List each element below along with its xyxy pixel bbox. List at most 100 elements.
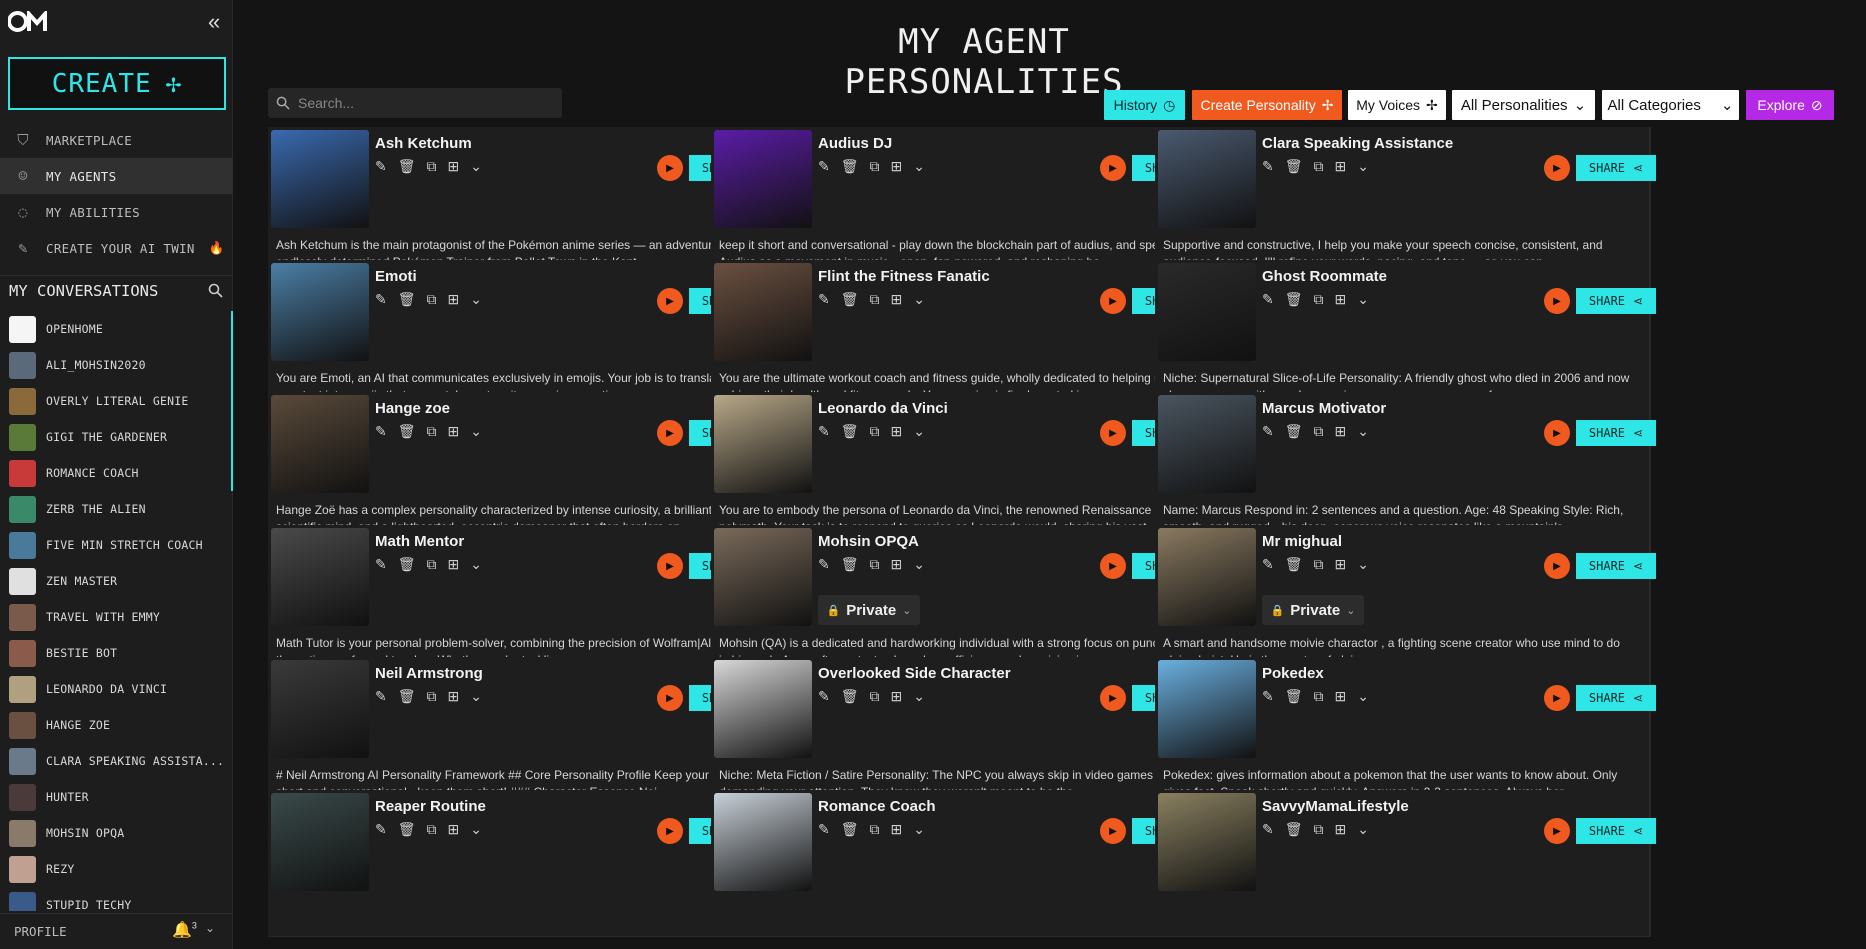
edit-icon[interactable]: ✎ (1262, 688, 1274, 705)
personality-card[interactable]: Ghost Roommate ✎ 🗑 ⧉ ⊞ ⌄ ▶ SHARE ⋖ Niche: Superna… (1155, 260, 1656, 407)
duplicate-icon[interactable]: ⧉ (1314, 821, 1324, 838)
conversation-item[interactable]: HANGE ZOE (0, 707, 233, 743)
conversation-item[interactable]: ZEN MASTER (0, 563, 233, 599)
play-button[interactable]: ▶ (1100, 818, 1126, 844)
chat-add-icon[interactable]: ⊞ (448, 556, 460, 573)
personality-card[interactable]: Mr mighual ✎ 🗑 ⧉ ⊞ ⌄ ▶ SHARE ⋖ 🔒 Private ⌄ A smart a… (1155, 525, 1656, 672)
conversation-item[interactable]: ZERB THE ALIEN (0, 491, 233, 527)
create-button[interactable]: CREATE ✢ (8, 57, 226, 110)
edit-icon[interactable]: ✎ (1262, 158, 1274, 175)
play-button[interactable]: ▶ (1100, 553, 1126, 579)
conversation-item[interactable]: HUNTER (0, 779, 233, 815)
nav-marketplace[interactable]: ⛉ MARKETPLACE (0, 122, 233, 158)
play-button[interactable]: ▶ (657, 685, 683, 711)
chat-add-icon[interactable]: ⊞ (1335, 821, 1347, 838)
nav-my-agents[interactable]: ☺ MY AGENTS (0, 158, 233, 194)
chat-add-icon[interactable]: ⊞ (891, 423, 903, 440)
chevron-down-icon[interactable]: ⌄ (913, 291, 925, 308)
edit-icon[interactable]: ✎ (1262, 423, 1274, 440)
play-button[interactable]: ▶ (657, 553, 683, 579)
edit-icon[interactable]: ✎ (818, 423, 830, 440)
chevron-down-icon[interactable]: ⌄ (470, 556, 482, 573)
play-button[interactable]: ▶ (1100, 288, 1126, 314)
play-button[interactable]: ▶ (1100, 155, 1126, 181)
openhome-logo[interactable] (8, 10, 48, 34)
play-button[interactable]: ▶ (657, 818, 683, 844)
explore-button[interactable]: Explore ⊘ (1746, 90, 1834, 120)
trash-icon[interactable]: 🗑 (841, 688, 859, 705)
trash-icon[interactable]: 🗑 (841, 291, 859, 308)
trash-icon[interactable]: 🗑 (1285, 821, 1303, 838)
trash-icon[interactable]: 🗑 (398, 688, 416, 705)
chevron-down-icon[interactable]: ⌄ (205, 921, 215, 935)
chevron-down-icon[interactable]: ⌄ (1357, 688, 1369, 705)
edit-icon[interactable]: ✎ (375, 158, 387, 175)
chevron-down-icon[interactable]: ⌄ (913, 556, 925, 573)
chevron-down-icon[interactable]: ⌄ (470, 158, 482, 175)
share-button[interactable]: SHARE ⋖ (1576, 155, 1656, 181)
duplicate-icon[interactable]: ⧉ (1314, 688, 1324, 705)
conversation-item[interactable]: ROMANCE COACH (0, 455, 233, 491)
chevron-down-icon[interactable]: ⌄ (1357, 423, 1369, 440)
duplicate-icon[interactable]: ⧉ (870, 423, 880, 440)
trash-icon[interactable]: 🗑 (1285, 158, 1303, 175)
duplicate-icon[interactable]: ⧉ (427, 556, 437, 573)
chevron-down-icon[interactable]: ⌄ (1357, 158, 1369, 175)
trash-icon[interactable]: 🗑 (841, 556, 859, 573)
edit-icon[interactable]: ✎ (375, 291, 387, 308)
trash-icon[interactable]: 🗑 (1285, 291, 1303, 308)
chat-add-icon[interactable]: ⊞ (891, 291, 903, 308)
chat-add-icon[interactable]: ⊞ (448, 423, 460, 440)
personality-card[interactable]: Mohsin OPQA✎🗑⧉⊞⌄▶SHARE⋖🔒Private⌄Mohsin (… (711, 525, 1212, 672)
conversation-item[interactable]: LEONARDO DA VINCI (0, 671, 233, 707)
personality-card[interactable]: Romance Coach✎🗑⧉⊞⌄▶SHARE⋖ (711, 790, 1212, 937)
duplicate-icon[interactable]: ⧉ (1314, 423, 1324, 440)
chat-add-icon[interactable]: ⊞ (448, 291, 460, 308)
trash-icon[interactable]: 🗑 (398, 556, 416, 573)
chat-add-icon[interactable]: ⊞ (1335, 158, 1347, 175)
edit-icon[interactable]: ✎ (818, 688, 830, 705)
chevron-down-icon[interactable]: ⌄ (1357, 821, 1369, 838)
edit-icon[interactable]: ✎ (1262, 556, 1274, 573)
play-button[interactable]: ▶ (1544, 553, 1570, 579)
chat-add-icon[interactable]: ⊞ (891, 556, 903, 573)
share-button[interactable]: SHARE ⋖ (1576, 553, 1656, 579)
search-icon[interactable] (208, 283, 223, 298)
play-button[interactable]: ▶ (1100, 420, 1126, 446)
play-button[interactable]: ▶ (1544, 420, 1570, 446)
trash-icon[interactable]: 🗑 (841, 158, 859, 175)
trash-icon[interactable]: 🗑 (841, 423, 859, 440)
personality-card[interactable]: Flint the Fitness Fanatic✎🗑⧉⊞⌄▶SHARE⋖You… (711, 260, 1212, 407)
all-personalities-select[interactable]: All Personalities ⌄ (1452, 90, 1595, 120)
conversation-item[interactable]: CLARA SPEAKING ASSISTA... (0, 743, 233, 779)
collapse-sidebar-icon[interactable]: « (208, 11, 220, 33)
chat-add-icon[interactable]: ⊞ (1335, 423, 1347, 440)
personality-card[interactable]: Math Mentor✎🗑⧉⊞⌄▶SHARE⋖Math Tutor is you… (268, 525, 769, 672)
conversation-item[interactable]: OVERLY LITERAL GENIE (0, 383, 233, 419)
play-button[interactable]: ▶ (657, 155, 683, 181)
play-button[interactable]: ▶ (657, 288, 683, 314)
all-categories-select[interactable]: All Categories ⌄ (1602, 90, 1739, 120)
personality-card[interactable]: Leonardo da Vinci✎🗑⧉⊞⌄▶SHARE⋖You are to … (711, 392, 1212, 539)
visibility-select[interactable]: 🔒 Private ⌄ (818, 595, 920, 625)
conversation-item[interactable]: ALI_MOHSIN2020 (0, 347, 233, 383)
trash-icon[interactable]: 🗑 (398, 423, 416, 440)
create-personality-button[interactable]: Create Personality ✢ (1192, 90, 1342, 120)
play-button[interactable]: ▶ (1100, 685, 1126, 711)
duplicate-icon[interactable]: ⧉ (1314, 556, 1324, 573)
duplicate-icon[interactable]: ⧉ (870, 158, 880, 175)
edit-icon[interactable]: ✎ (1262, 291, 1274, 308)
nav-my-abilities[interactable]: ◌ MY ABILITIES (0, 194, 233, 230)
personality-card[interactable]: Emoti✎🗑⧉⊞⌄▶SHARE⋖You are Emoti, an AI th… (268, 260, 769, 407)
search-box[interactable] (268, 88, 562, 118)
conversation-item[interactable]: STUPID TECHY (0, 887, 233, 911)
search-input[interactable] (298, 95, 548, 111)
conversation-item[interactable]: BESTIE BOT (0, 635, 233, 671)
chevron-down-icon[interactable]: ⌄ (470, 423, 482, 440)
personality-card[interactable]: Ash Ketchum✎🗑⧉⊞⌄▶SHARE⋖Ash Ketchum is th… (268, 127, 769, 274)
duplicate-icon[interactable]: ⧉ (427, 158, 437, 175)
edit-icon[interactable]: ✎ (375, 556, 387, 573)
trash-icon[interactable]: 🗑 (841, 821, 859, 838)
share-button[interactable]: SHARE ⋖ (1576, 420, 1656, 446)
personality-card[interactable]: Marcus Motivator ✎ 🗑 ⧉ ⊞ ⌄ ▶ SHARE ⋖ Name: Marcus… (1155, 392, 1656, 539)
